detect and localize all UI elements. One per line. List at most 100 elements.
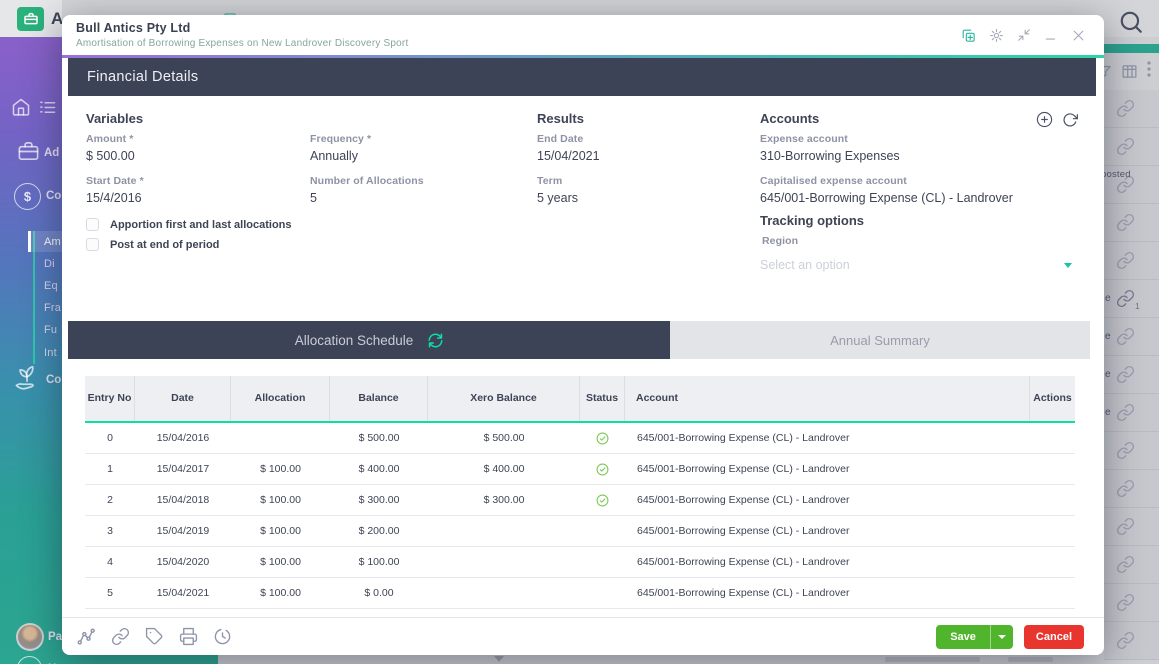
cell-account: 645/001-Borrowing Expense (CL) - Landrov… bbox=[625, 516, 1030, 546]
cell-allocation bbox=[231, 423, 330, 453]
link-icon bbox=[1116, 99, 1135, 118]
background-toolbar bbox=[1097, 61, 1151, 82]
posted-check-icon bbox=[596, 494, 609, 507]
col-header-xero-balance: Xero Balance bbox=[428, 376, 580, 421]
cell-actions bbox=[1030, 547, 1075, 577]
frequency-label: Frequency * bbox=[310, 133, 371, 145]
refresh-accounts-icon[interactable] bbox=[1062, 112, 1078, 128]
collapse-icon[interactable] bbox=[1017, 28, 1031, 42]
cell-balance: $ 100.00 bbox=[330, 547, 428, 577]
add-account-icon[interactable] bbox=[1036, 111, 1053, 128]
table-row[interactable]: 3 15/04/2019 $ 100.00 $ 200.00 645/001-B… bbox=[85, 516, 1075, 547]
dollar-icon[interactable]: $ bbox=[14, 183, 41, 210]
allocations-field[interactable]: 5 bbox=[310, 191, 317, 205]
link-icon bbox=[1116, 517, 1135, 536]
save-options-caret-icon[interactable] bbox=[990, 625, 1013, 649]
app-logo[interactable]: A bbox=[0, 0, 62, 37]
select-caret-icon[interactable] bbox=[1064, 263, 1072, 268]
tab-allocation-schedule[interactable]: Allocation Schedule bbox=[68, 321, 670, 359]
cell-actions bbox=[1030, 578, 1075, 608]
save-button[interactable]: Save bbox=[936, 625, 1013, 649]
post-at-end-checkbox[interactable] bbox=[86, 238, 99, 251]
cell-xero-balance bbox=[428, 516, 580, 546]
refresh-schedule-icon[interactable] bbox=[428, 333, 443, 348]
table-row[interactable]: 5 15/04/2021 $ 100.00 $ 0.00 645/001-Bor… bbox=[85, 578, 1075, 609]
cell-xero-balance: $ 300.00 bbox=[428, 485, 580, 515]
link-icon bbox=[1116, 327, 1135, 346]
tab-annual-summary[interactable]: Annual Summary bbox=[670, 321, 1090, 359]
cell-balance: $ 200.00 bbox=[330, 516, 428, 546]
avatar[interactable] bbox=[16, 623, 44, 651]
tracking-options-heading: Tracking options bbox=[760, 213, 864, 228]
col-header-status: Status bbox=[580, 376, 625, 421]
close-icon[interactable] bbox=[1071, 28, 1086, 43]
amount-field[interactable]: $ 500.00 bbox=[86, 149, 135, 163]
table-row[interactable]: 2 15/04/2018 $ 100.00 $ 300.00 $ 300.00 … bbox=[85, 485, 1075, 516]
background-row bbox=[1104, 508, 1159, 546]
list-icon[interactable] bbox=[38, 98, 57, 117]
sidebar-item-label-fragment[interactable]: Co bbox=[46, 190, 61, 202]
cell-date: 15/04/2018 bbox=[135, 485, 231, 515]
modal-footer: Save Cancel bbox=[62, 617, 1104, 655]
sidebar-item-label-fragment[interactable]: Ad bbox=[44, 147, 59, 159]
cell-actions bbox=[1030, 454, 1075, 484]
cell-entry-no: 4 bbox=[85, 547, 135, 577]
home-icon[interactable] bbox=[11, 97, 31, 117]
cell-xero-balance bbox=[428, 578, 580, 608]
table-row[interactable]: 1 15/04/2017 $ 100.00 $ 400.00 $ 400.00 … bbox=[85, 454, 1075, 485]
briefcase-icon[interactable] bbox=[17, 140, 40, 163]
apportion-checkbox[interactable] bbox=[86, 218, 99, 231]
kebab-menu-icon[interactable] bbox=[1147, 61, 1151, 82]
cell-date: 15/04/2019 bbox=[135, 516, 231, 546]
cell-entry-no: 1 bbox=[85, 454, 135, 484]
print-icon[interactable] bbox=[179, 627, 198, 646]
capitalised-account-field[interactable]: 645/001-Borrowing Expense (CL) - Landrov… bbox=[760, 191, 1013, 205]
region-select[interactable]: Select an option bbox=[760, 258, 850, 272]
insights-icon[interactable] bbox=[76, 627, 96, 647]
end-date-value: 15/04/2021 bbox=[537, 149, 600, 163]
columns-icon[interactable] bbox=[1121, 63, 1138, 80]
sidebar-item-label-fragment[interactable]: Co bbox=[46, 374, 61, 386]
link-icon bbox=[1116, 213, 1135, 232]
background-row bbox=[1104, 584, 1159, 622]
col-header-actions: Actions bbox=[1030, 376, 1075, 421]
cell-allocation: $ 100.00 bbox=[231, 578, 330, 608]
history-icon[interactable] bbox=[213, 627, 232, 646]
expense-account-field[interactable]: 310-Borrowing Expenses bbox=[760, 149, 900, 163]
post-at-end-checkbox-label: Post at end of period bbox=[110, 239, 219, 251]
duplicate-icon[interactable] bbox=[961, 28, 976, 43]
table-row[interactable]: 0 15/04/2016 $ 500.00 $ 500.00 645/001-B… bbox=[85, 423, 1075, 454]
link-icon bbox=[1116, 251, 1135, 270]
search-icon[interactable] bbox=[1118, 9, 1144, 35]
minimize-icon[interactable] bbox=[1044, 28, 1058, 42]
link-icon[interactable] bbox=[111, 627, 130, 646]
background-row bbox=[1104, 470, 1159, 508]
start-date-label: Start Date * bbox=[86, 175, 144, 187]
hand-plant-icon[interactable] bbox=[12, 363, 42, 393]
link-icon bbox=[1116, 137, 1135, 156]
cell-entry-no: 3 bbox=[85, 516, 135, 546]
link-icon bbox=[1116, 479, 1135, 498]
col-header-account: Account bbox=[625, 376, 1030, 421]
background-row bbox=[1104, 546, 1159, 584]
allocations-label: Number of Allocations bbox=[310, 175, 424, 187]
posted-check-icon bbox=[596, 432, 609, 445]
cell-allocation: $ 100.00 bbox=[231, 454, 330, 484]
cancel-button[interactable]: Cancel bbox=[1024, 625, 1084, 649]
tag-icon[interactable] bbox=[145, 627, 164, 646]
background-row bbox=[1104, 128, 1159, 166]
cell-date: 15/04/2020 bbox=[135, 547, 231, 577]
frequency-field[interactable]: Annually bbox=[310, 149, 358, 163]
start-date-field[interactable]: 15/4/2016 bbox=[86, 191, 142, 205]
settings-gear-icon[interactable] bbox=[989, 28, 1004, 43]
cell-date: 15/04/2016 bbox=[135, 423, 231, 453]
accounts-heading: Accounts bbox=[760, 111, 819, 126]
table-row[interactable]: 4 15/04/2020 $ 100.00 $ 100.00 645/001-B… bbox=[85, 547, 1075, 578]
col-header-allocation: Allocation bbox=[231, 376, 330, 421]
background-row: e 1 bbox=[1104, 280, 1159, 318]
col-header-date: Date bbox=[135, 376, 231, 421]
cell-account: 645/001-Borrowing Expense (CL) - Landrov… bbox=[625, 485, 1030, 515]
help-icon[interactable]: ? bbox=[17, 656, 42, 664]
end-date-label: End Date bbox=[537, 133, 583, 145]
background-row: posted bbox=[1104, 166, 1159, 204]
